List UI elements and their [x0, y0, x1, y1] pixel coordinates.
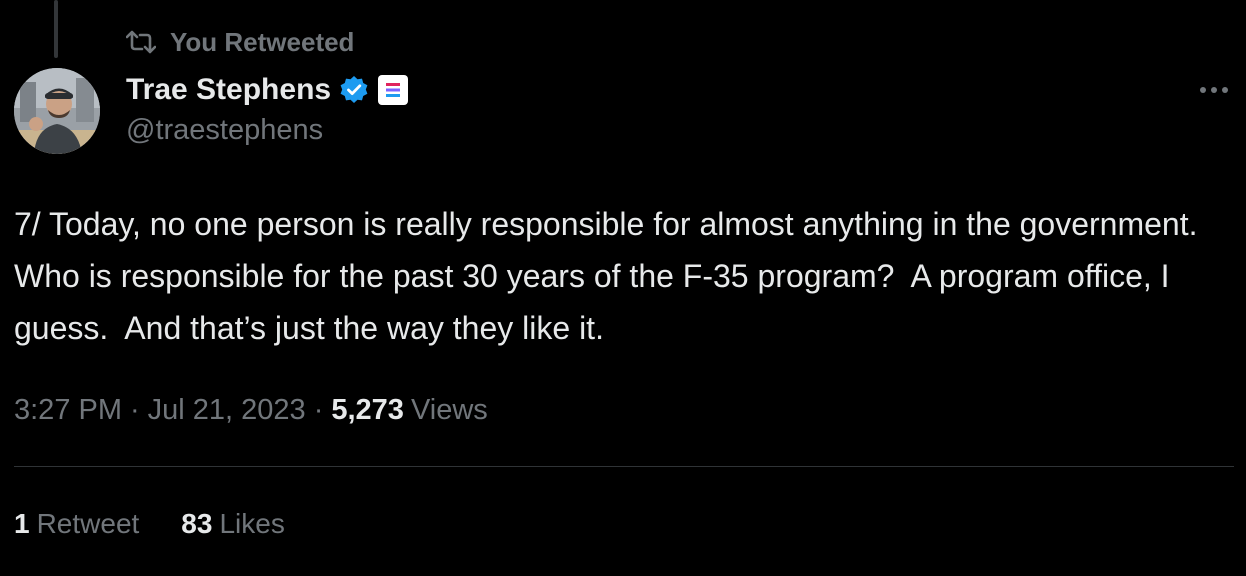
avatar[interactable]: [14, 68, 100, 154]
tweet-metadata: 3:27 PM · Jul 21, 2023 · 5,273 Views: [14, 390, 488, 430]
verified-badge-icon: [339, 75, 369, 105]
likes-label: Likes: [219, 508, 285, 539]
retweet-context: You Retweeted: [126, 24, 354, 60]
tweet-time[interactable]: 3:27 PM: [14, 394, 122, 427]
views-count: 5,273: [331, 393, 404, 426]
more-horizontal-icon: [1198, 81, 1230, 99]
retweet-context-label: You Retweeted: [170, 26, 355, 57]
metadata-separator: ·: [130, 393, 140, 426]
retweets-stat-link[interactable]: 1 Retweet: [14, 508, 139, 540]
author-name-row: Trae Stephens: [126, 70, 409, 110]
tweet-text: 7/ Today, no one person is really respon…: [14, 206, 1207, 346]
metadata-separator: ·: [313, 393, 324, 426]
thread-connector-line: [54, 0, 58, 58]
retweet-icon: [126, 30, 156, 54]
divider: [14, 466, 1234, 467]
views-label: Views: [410, 393, 488, 426]
retweets-count: 1: [14, 508, 30, 539]
author-handle[interactable]: @traestephens: [126, 114, 323, 147]
tweet-date[interactable]: Jul 21, 2023: [148, 394, 306, 427]
engagement-stats: 1 Retweet 83 Likes: [14, 504, 285, 544]
likes-stat-link[interactable]: 83 Likes: [181, 508, 285, 540]
retweets-label: Retweet: [36, 508, 140, 539]
affiliate-badge-icon[interactable]: [377, 74, 409, 106]
author-display-name[interactable]: Trae Stephens: [126, 73, 331, 107]
more-options-button[interactable]: [1194, 72, 1234, 108]
likes-count: 83: [181, 508, 213, 539]
